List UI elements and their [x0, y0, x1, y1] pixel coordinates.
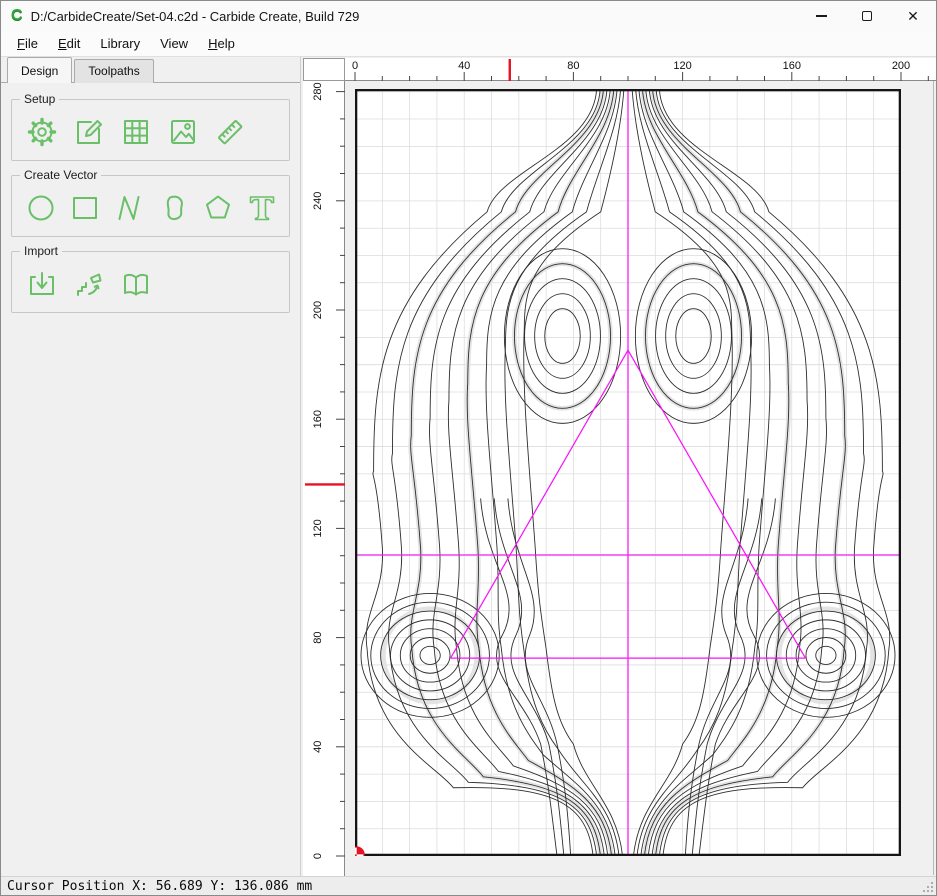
background-image-button[interactable] [163, 112, 203, 152]
measure-button[interactable] [210, 112, 250, 152]
tab-toolpaths[interactable]: Toolpaths [74, 59, 153, 83]
svg-text:160: 160 [312, 410, 324, 428]
tab-design[interactable]: Design [7, 57, 72, 83]
library-icon [119, 267, 153, 301]
menu-view[interactable]: View [150, 32, 198, 55]
maximize-icon [862, 11, 872, 21]
window-controls: ✕ [798, 1, 936, 31]
stock-drawing[interactable] [355, 89, 901, 856]
setup-group: Setup [11, 99, 290, 161]
setup-group-label: Setup [20, 92, 59, 106]
design-panel: Design Toolpaths Setup [1, 57, 301, 876]
create-vector-group: Create Vector [11, 175, 290, 237]
image-icon [166, 115, 200, 149]
circle-icon [24, 191, 58, 225]
text-icon [245, 191, 279, 225]
origin-marker [355, 847, 364, 856]
create-freeform-button[interactable] [155, 188, 192, 228]
edit-stock-button[interactable] [69, 112, 109, 152]
close-button[interactable]: ✕ [890, 1, 936, 31]
svg-text:280: 280 [312, 82, 324, 100]
create-text-button[interactable] [244, 188, 281, 228]
svg-text:200: 200 [892, 60, 910, 72]
grid-icon [119, 115, 153, 149]
freeform-icon [157, 191, 191, 225]
cursor-position-text: Cursor Position X: 56.689 Y: 136.086 mm [7, 879, 312, 894]
minimize-icon [816, 15, 827, 17]
svg-text:120: 120 [673, 60, 691, 72]
create-vector-group-label: Create Vector [20, 168, 101, 182]
window-title: D:/CarbideCreate/Set-04.c2d - Carbide Cr… [31, 9, 360, 24]
import-file-button[interactable] [22, 264, 62, 304]
create-circle-button[interactable] [22, 188, 59, 228]
menu-bar: File Edit Library View Help [1, 31, 936, 57]
svg-text:80: 80 [312, 631, 324, 643]
menu-edit[interactable]: Edit [48, 32, 90, 55]
job-settings-button[interactable] [22, 112, 62, 152]
create-rectangle-button[interactable] [66, 188, 103, 228]
menu-library[interactable]: Library [90, 32, 150, 55]
create-polygon-button[interactable] [199, 188, 236, 228]
resize-grip-icon[interactable] [922, 881, 934, 893]
import-group: Import [11, 251, 290, 313]
maximize-button[interactable] [844, 1, 890, 31]
create-curve-button[interactable] [111, 188, 148, 228]
settings-gear-icon [25, 115, 59, 149]
ruler-corner-box [303, 58, 345, 81]
rectangle-icon [68, 191, 102, 225]
canvas-region: 0 40 80 120 160 200 0 40 80 120 160 200 240 280 [301, 57, 936, 876]
svg-text:40: 40 [312, 741, 324, 753]
horizontal-ruler: 0 40 80 120 160 200 [345, 58, 936, 81]
svg-text:40: 40 [458, 60, 470, 72]
library-button[interactable] [116, 264, 156, 304]
svg-text:0: 0 [312, 853, 324, 859]
trace-image-icon [72, 267, 106, 301]
job-setup-icon [72, 115, 106, 149]
svg-text:200: 200 [312, 301, 324, 319]
app-window: C D:/CarbideCreate/Set-04.c2d - Carbide … [0, 0, 937, 896]
import-group-label: Import [20, 244, 62, 258]
status-bar: Cursor Position X: 56.689 Y: 136.086 mm [1, 876, 936, 895]
title-bar: C D:/CarbideCreate/Set-04.c2d - Carbide … [1, 1, 936, 31]
svg-text:240: 240 [312, 192, 324, 210]
polygon-icon [201, 191, 235, 225]
minimize-button[interactable] [798, 1, 844, 31]
trace-image-button[interactable] [69, 264, 109, 304]
grid-settings-button[interactable] [116, 112, 156, 152]
design-viewport[interactable] [345, 81, 934, 875]
panel-tabs: Design Toolpaths [1, 57, 300, 83]
curve-icon [112, 191, 146, 225]
svg-text:160: 160 [783, 60, 801, 72]
menu-file[interactable]: File [7, 32, 48, 55]
import-file-icon [25, 267, 59, 301]
svg-text:0: 0 [352, 60, 358, 72]
measure-icon [213, 115, 247, 149]
svg-text:120: 120 [312, 519, 324, 537]
vertical-ruler: 0 40 80 120 160 200 240 280 [303, 81, 345, 878]
app-logo-icon: C [1, 1, 31, 31]
menu-help[interactable]: Help [198, 32, 245, 55]
close-icon: ✕ [907, 9, 919, 23]
svg-text:80: 80 [567, 60, 579, 72]
